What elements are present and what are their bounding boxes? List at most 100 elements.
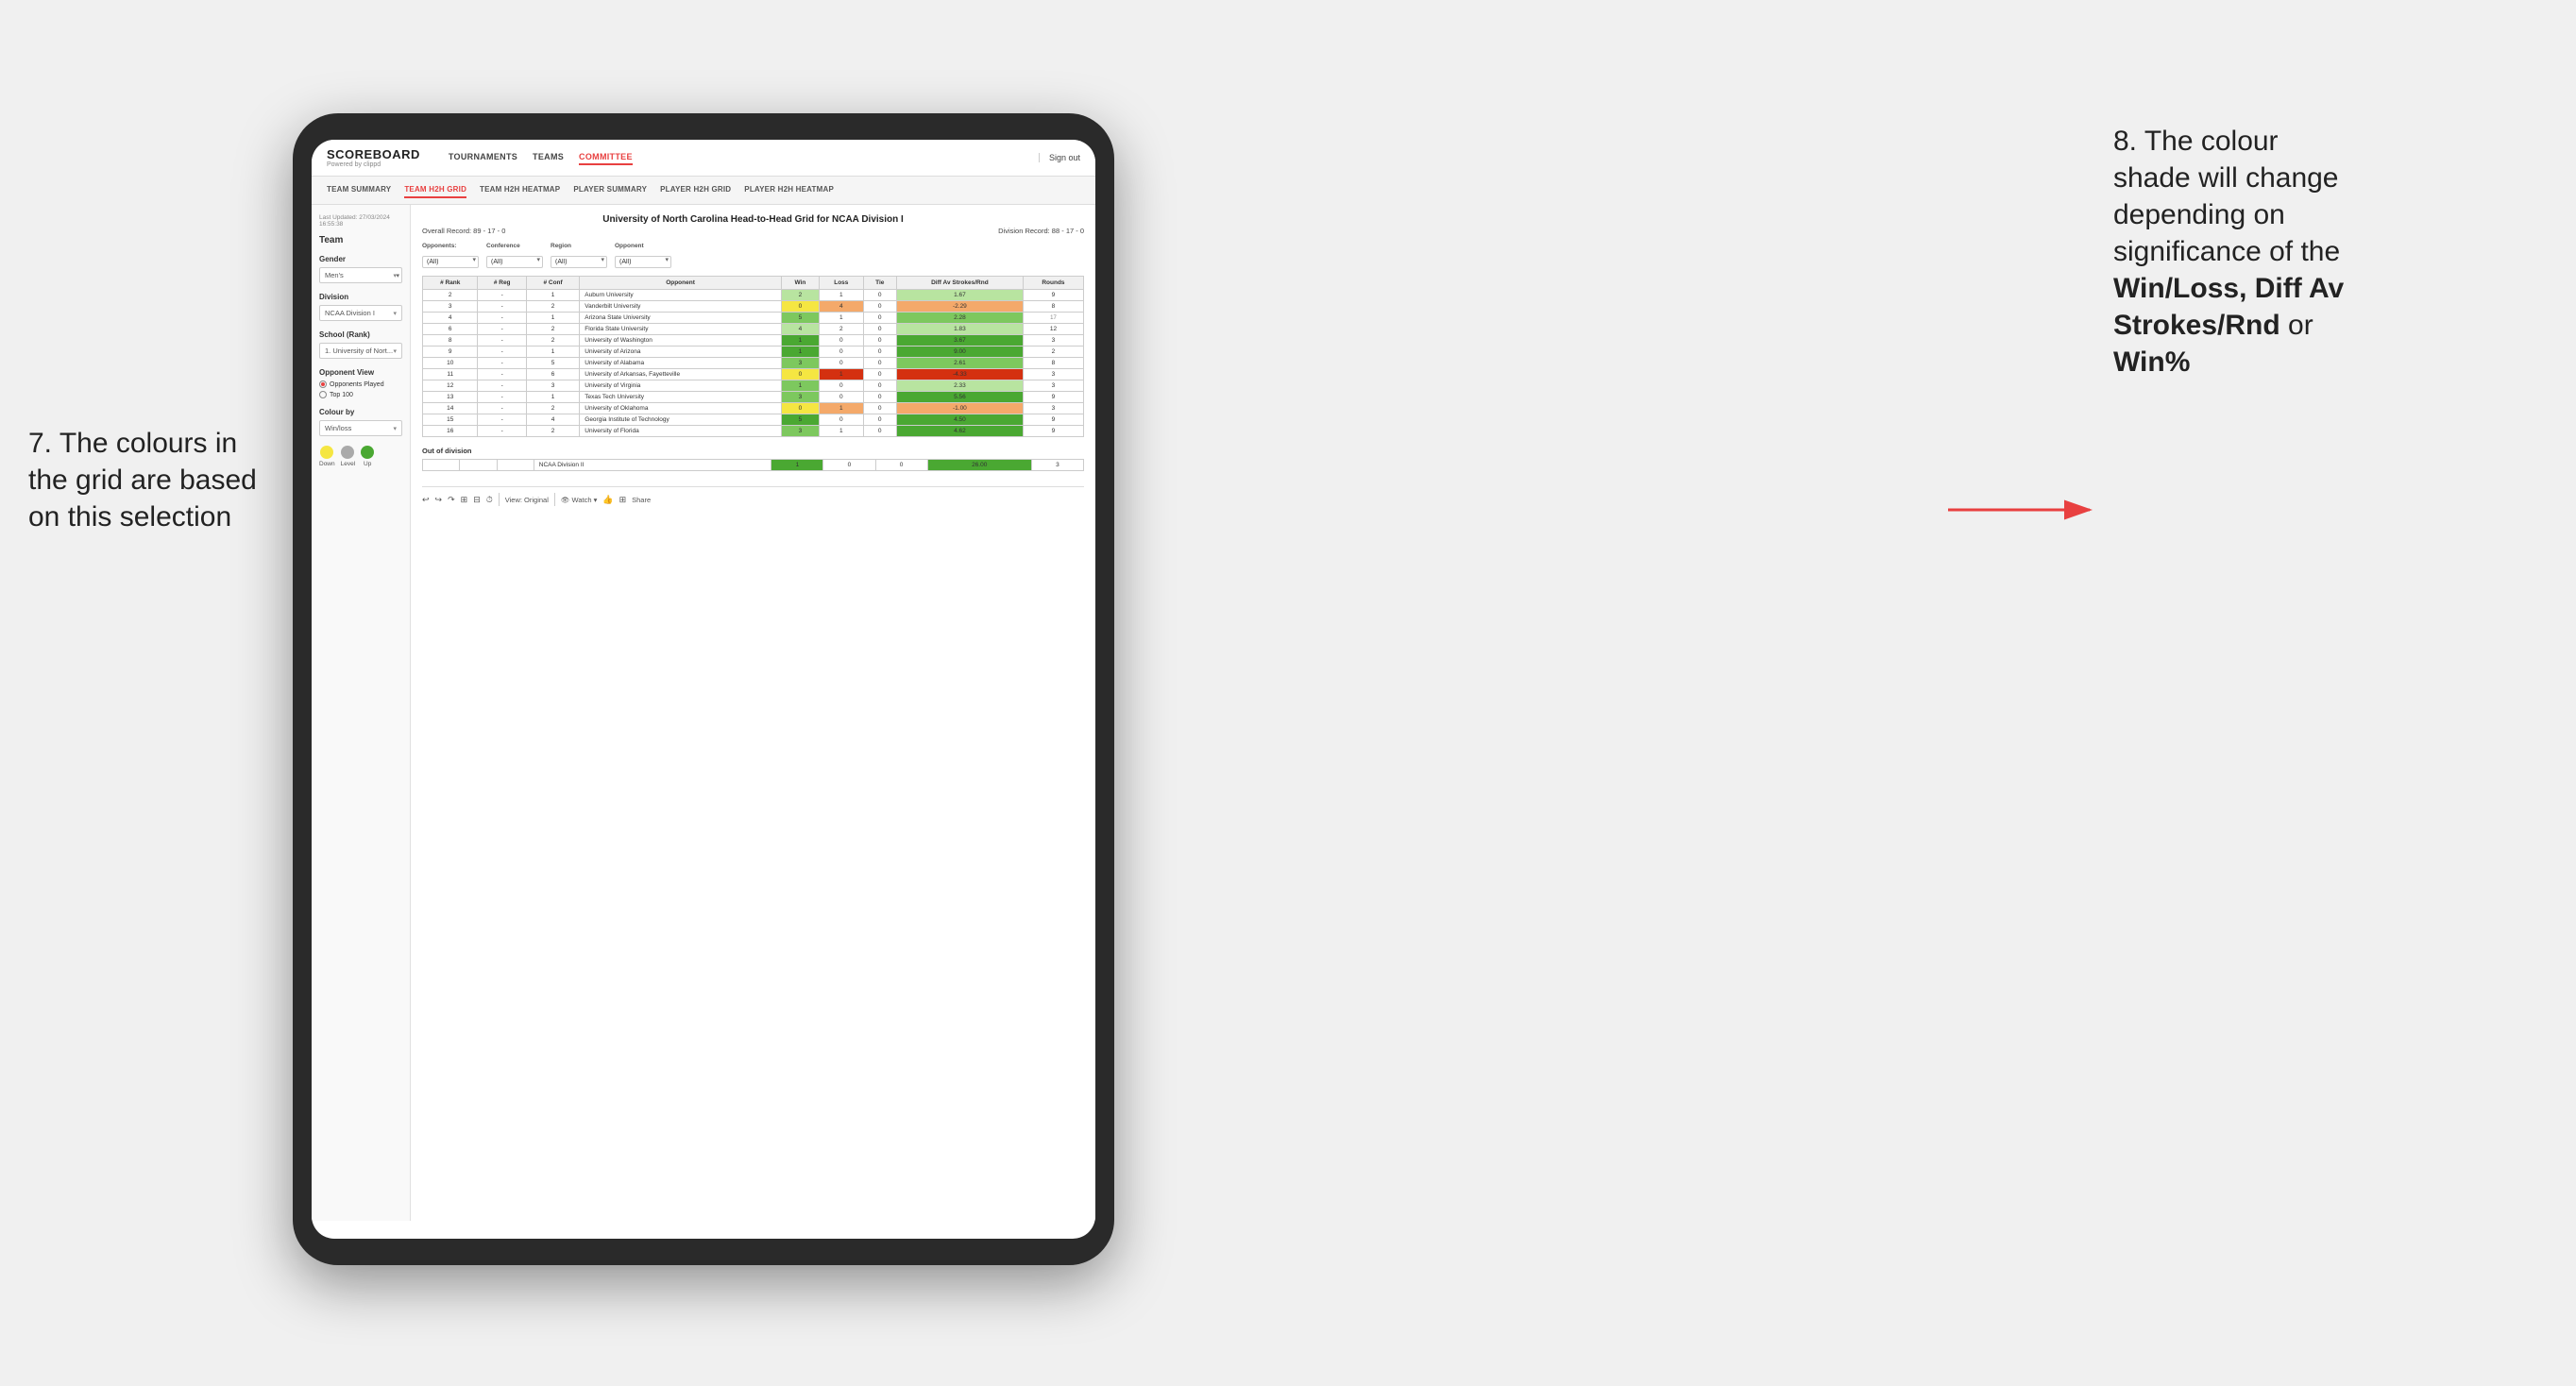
division-select[interactable]: NCAA Division I ▾ [319, 305, 402, 321]
cell-loss: 0 [820, 414, 864, 426]
colour-by-select[interactable]: Win/loss ▾ [319, 420, 402, 436]
cell-loss: 4 [820, 301, 864, 313]
sign-out-button[interactable]: Sign out [1039, 153, 1080, 162]
cell-tie: 0 [863, 369, 896, 380]
conference-select[interactable]: (All) [486, 256, 543, 268]
cell-rounds: 9 [1023, 392, 1083, 403]
grid-panel: University of North Carolina Head-to-Hea… [411, 205, 1095, 1221]
cell-win: 3 [781, 392, 819, 403]
ood-opponent: NCAA Division II [534, 460, 771, 471]
cell-rank: 12 [423, 380, 478, 392]
conference-filter: Conference (All) [486, 243, 543, 268]
logo-text: SCOREBOARD [327, 147, 420, 161]
cell-rounds: 9 [1023, 414, 1083, 426]
cell-win: 5 [781, 414, 819, 426]
cell-reg: - [478, 414, 526, 426]
cell-rank: 11 [423, 369, 478, 380]
main-content: Last Updated: 27/03/2024 16:55:38 Team G… [312, 205, 1095, 1221]
ood-reg [460, 460, 497, 471]
col-opponent: Opponent [580, 277, 782, 290]
opponent-label: Opponent [615, 243, 671, 249]
ood-diff: 26.00 [927, 460, 1031, 471]
top-nav: SCOREBOARD Powered by clippd TOURNAMENTS… [312, 140, 1095, 177]
subnav-player-h2h-grid[interactable]: PLAYER H2H GRID [660, 182, 731, 198]
share-button[interactable]: Share [632, 496, 651, 504]
undo-icon[interactable]: ↩ [422, 495, 430, 505]
school-select[interactable]: 1. University of Nort... ▾ [319, 343, 402, 359]
cell-tie: 0 [863, 403, 896, 414]
cell-loss: 0 [820, 392, 864, 403]
legend-row: Down Level Up [319, 446, 402, 467]
colour-by-label: Colour by [319, 408, 402, 416]
paste-icon[interactable]: ⊟ [473, 495, 481, 505]
cell-rounds: 2 [1023, 346, 1083, 358]
radio-top100[interactable]: Top 100 [319, 391, 402, 398]
cell-diff: 2.61 [896, 358, 1023, 369]
radio-opponents-played[interactable]: Opponents Played [319, 380, 402, 388]
cell-rank: 9 [423, 346, 478, 358]
share-expand-icon[interactable]: ⊞ [619, 495, 627, 505]
cell-loss: 0 [820, 358, 864, 369]
conference-label: Conference [486, 243, 543, 249]
cell-win: 0 [781, 403, 819, 414]
cell-tie: 0 [863, 301, 896, 313]
redo-icon[interactable]: ↪ [435, 495, 443, 505]
cell-rounds: 8 [1023, 301, 1083, 313]
nav-teams[interactable]: TEAMS [533, 150, 564, 165]
step-icon[interactable]: ↷ [448, 495, 455, 505]
region-select[interactable]: (All) [551, 256, 607, 268]
col-reg: # Reg [478, 277, 526, 290]
copy-icon[interactable]: ⊞ [461, 495, 468, 505]
cell-conf: 5 [526, 358, 579, 369]
division-record: Division Record: 88 - 17 - 0 [998, 227, 1084, 235]
table-row: 16 - 2 University of Florida 3 1 0 4.62 … [423, 426, 1084, 437]
left-panel: Last Updated: 27/03/2024 16:55:38 Team G… [312, 205, 411, 1221]
col-diff: Diff Av Strokes/Rnd [896, 277, 1023, 290]
gender-select[interactable]: Men's ▾ [319, 267, 402, 283]
view-original[interactable]: View: Original [505, 496, 549, 504]
radio-dot-opponents [319, 380, 327, 388]
nav-tournaments[interactable]: TOURNAMENTS [449, 150, 517, 165]
cell-loss: 1 [820, 313, 864, 324]
nav-committee[interactable]: COMMITTEE [579, 150, 633, 165]
watch-button[interactable]: 👁 Watch ▾ [561, 496, 597, 504]
cell-conf: 2 [526, 426, 579, 437]
cell-conf: 2 [526, 403, 579, 414]
cell-opponent: Auburn University [580, 290, 782, 301]
table-row: 2 - 1 Auburn University 2 1 0 1.67 9 [423, 290, 1084, 301]
colour-by-section: Colour by Win/loss ▾ [319, 408, 402, 436]
cell-diff: 1.83 [896, 324, 1023, 335]
subnav-team-h2h-heatmap[interactable]: TEAM H2H HEATMAP [480, 182, 560, 198]
table-row: 11 - 6 University of Arkansas, Fayettevi… [423, 369, 1084, 380]
cell-conf: 6 [526, 369, 579, 380]
legend-level: Level [341, 446, 356, 467]
cell-rounds: 9 [1023, 290, 1083, 301]
cell-rank: 4 [423, 313, 478, 324]
subnav-player-h2h-heatmap[interactable]: PLAYER H2H HEATMAP [744, 182, 834, 198]
ood-rounds: 3 [1031, 460, 1083, 471]
cell-conf: 2 [526, 335, 579, 346]
thumbs-icon[interactable]: 👍 [602, 495, 613, 505]
col-loss: Loss [820, 277, 864, 290]
division-section: Division NCAA Division I ▾ [319, 293, 402, 321]
opponent-select[interactable]: (All) [615, 256, 671, 268]
opponents-select[interactable]: (All) [422, 256, 479, 268]
cell-win: 4 [781, 324, 819, 335]
cell-diff: 5.56 [896, 392, 1023, 403]
toolbar-separator [499, 493, 500, 506]
subnav-team-summary[interactable]: TEAM SUMMARY [327, 182, 391, 198]
right-annotation: 8. The colour shade will change dependin… [2113, 123, 2548, 380]
table-row: 15 - 4 Georgia Institute of Technology 5… [423, 414, 1084, 426]
cell-rank: 13 [423, 392, 478, 403]
cell-conf: 1 [526, 313, 579, 324]
tablet-screen: SCOREBOARD Powered by clippd TOURNAMENTS… [312, 140, 1095, 1239]
subnav-player-summary[interactable]: PLAYER SUMMARY [573, 182, 647, 198]
subnav-team-h2h-grid[interactable]: TEAM H2H GRID [404, 182, 466, 198]
clock-icon[interactable]: ⏱ [486, 495, 493, 505]
cell-opponent: Vanderbilt University [580, 301, 782, 313]
ood-loss: 0 [823, 460, 875, 471]
cell-opponent: Florida State University [580, 324, 782, 335]
cell-conf: 1 [526, 392, 579, 403]
cell-win: 0 [781, 301, 819, 313]
cell-win: 2 [781, 290, 819, 301]
